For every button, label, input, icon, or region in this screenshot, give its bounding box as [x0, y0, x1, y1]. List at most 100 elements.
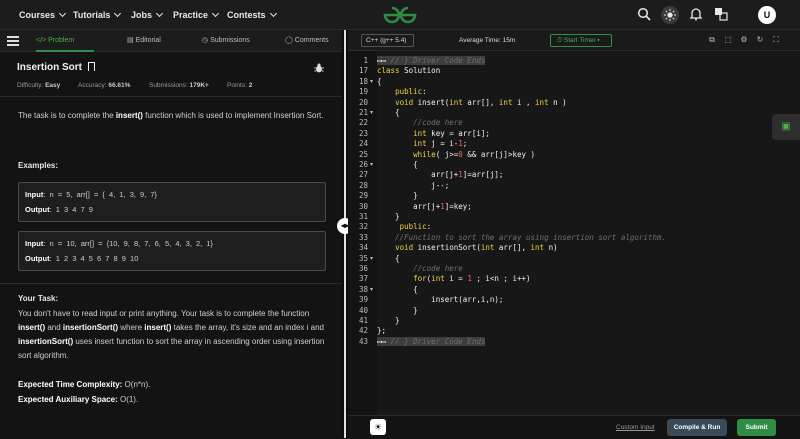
line-number: 28	[358, 180, 368, 190]
space-complexity: Expected Auxiliary Space: O(1).	[18, 393, 330, 407]
search-icon[interactable]	[636, 7, 652, 23]
accuracy-meta: Accuracy: 66.61%	[78, 82, 130, 89]
submissions-label: Submissions:	[149, 82, 188, 89]
task-text: and	[45, 323, 63, 332]
code-line: }	[377, 191, 418, 201]
code-line: arr[j+1]=arr[j];	[377, 170, 504, 180]
folded-marker-icon[interactable]: ▭▭	[377, 336, 387, 346]
example1-input: Input: n = 5, arr[] = { 4, 1, 3, 9, 7}	[25, 190, 157, 199]
gfg-logo[interactable]	[381, 5, 419, 25]
code-line: void insertionSort(int arr[], int n)	[395, 243, 558, 253]
description-text-end: function which is used to implement Inse…	[142, 111, 324, 120]
line-number: 40	[358, 305, 368, 315]
output-label: Output	[25, 254, 50, 263]
compile-run-button[interactable]: Compile & Run	[667, 419, 727, 436]
difficulty-meta: Difficulty: Easy	[17, 82, 60, 89]
start-timer-button[interactable]: ⏱ Start Timer ▸	[550, 34, 612, 47]
custom-input-link[interactable]: Custom Input	[616, 416, 655, 439]
line-number: 33	[358, 232, 368, 242]
line-number: 29	[358, 191, 368, 201]
chat-icon[interactable]: ▣	[772, 114, 800, 140]
task-fn: insert()	[144, 323, 172, 332]
divider	[0, 283, 342, 284]
nav-practice-label: Practice	[173, 10, 209, 20]
nav-tutorials[interactable]: Tutorials	[73, 0, 122, 30]
line-number: 43	[358, 336, 368, 346]
code-line: {	[377, 284, 418, 294]
settings-icon[interactable]: ⚙	[739, 35, 749, 45]
line-number: 36	[358, 264, 368, 273]
chevron-down-icon	[211, 9, 220, 18]
tab-problem-label: Problem	[48, 37, 75, 44]
time-complexity-label: Expected Time Complexity:	[18, 380, 123, 389]
points-label: Points:	[227, 82, 247, 89]
line-number: 32	[358, 222, 368, 232]
nav-jobs[interactable]: Jobs	[131, 0, 164, 30]
input-label: Input	[25, 239, 44, 248]
clock-icon: ◷	[202, 37, 211, 44]
fullscreen-icon[interactable]: ⛶	[771, 35, 781, 45]
nav-jobs-label: Jobs	[131, 10, 153, 20]
line-number: 23	[358, 128, 368, 138]
code-line: {	[377, 160, 418, 169]
points-meta: Points: 2	[227, 82, 252, 89]
space-complexity-label: Expected Auxiliary Space:	[18, 395, 118, 404]
expand-icon[interactable]: ⬚	[723, 35, 733, 45]
code-line: while( j>=0 && arr[j]>key )	[413, 149, 536, 159]
submit-button[interactable]: Submit	[737, 419, 776, 436]
menu-icon[interactable]	[7, 36, 19, 46]
task-heading: Your Task:	[18, 294, 59, 303]
theme-toggle-icon[interactable]	[661, 6, 679, 24]
task-description: You don't have to read input or print an…	[18, 307, 330, 363]
tab-editorial[interactable]: ▤ Editorial	[127, 30, 161, 52]
submissions-value: 179K+	[189, 82, 209, 89]
line-number: 37	[358, 274, 368, 284]
example-box-1: Input: n = 5, arr[] = { 4, 1, 3, 9, 7} O…	[18, 182, 326, 222]
folded-marker-icon[interactable]: ▭▭	[377, 56, 387, 65]
tab-comments-label: Comments	[294, 37, 329, 44]
nav-practice[interactable]: Practice	[173, 0, 220, 30]
language-select[interactable]: C++ (g++ 5.4)	[361, 34, 414, 47]
points-value: 2	[248, 82, 253, 89]
space-complexity-value: O(1).	[117, 395, 139, 404]
nav-contests[interactable]: Contests	[227, 0, 277, 30]
accuracy-value: 66.61%	[108, 82, 131, 89]
tab-problem[interactable]: </> Problem	[36, 30, 94, 52]
split-bar[interactable]	[344, 30, 346, 438]
avatar[interactable]: U	[758, 6, 776, 24]
nav-contests-label: Contests	[227, 10, 266, 20]
output-value: : 1 2 3 4 5 6 7 8 9 10	[49, 254, 139, 263]
bell-icon[interactable]	[688, 7, 704, 23]
editor-toolbar: C++ (g++ 5.4) Average Time: 15m ⏱ Start …	[348, 30, 800, 51]
fold-chevron-icon[interactable]: ▾	[370, 109, 373, 116]
line-number: 41	[358, 316, 368, 325]
task-fn: insertionSort()	[18, 337, 74, 346]
tab-submissions[interactable]: ◷ Submissions	[202, 30, 250, 52]
line-number: 26	[358, 160, 368, 169]
timer-icon: ⏱	[557, 37, 564, 44]
theme-icon[interactable]: ☀	[370, 419, 386, 435]
fold-chevron-icon[interactable]: ▾	[370, 286, 373, 293]
code-line: public:	[399, 222, 432, 232]
fold-chevron-icon[interactable]: ▾	[370, 78, 373, 85]
reset-icon[interactable]: ↻	[755, 35, 765, 45]
code-line: //Function to sort the array using inser…	[377, 232, 666, 242]
tab-submissions-label: Submissions	[210, 37, 250, 44]
chevron-down-icon	[155, 9, 164, 18]
line-number: 27	[358, 170, 368, 180]
problem-tabs: </> Problem ▤ Editorial ◷ Submissions ◯ …	[0, 30, 342, 52]
fold-chevron-icon[interactable]: ▾	[370, 161, 373, 168]
fold-chevron-icon[interactable]: ▾	[370, 255, 373, 262]
copy-icon[interactable]: ⧉	[707, 35, 717, 45]
accuracy-label: Accuracy:	[78, 82, 107, 89]
translate-icon[interactable]	[713, 7, 729, 23]
bookmark-icon[interactable]	[87, 62, 95, 71]
nav-courses[interactable]: Courses	[19, 0, 67, 30]
example2-output: Output: 1 2 3 4 5 6 7 8 9 10	[25, 254, 138, 263]
code-editor[interactable]: ▭▭ // } Driver Code Ends class Solution{ …	[377, 51, 800, 415]
tab-comments[interactable]: ◯ Comments	[285, 30, 329, 52]
divider	[0, 96, 342, 97]
editor-footer: ☀ Custom Input Compile & Run Submit	[348, 415, 800, 438]
bug-icon[interactable]	[314, 60, 324, 73]
line-number: 1	[363, 56, 368, 65]
